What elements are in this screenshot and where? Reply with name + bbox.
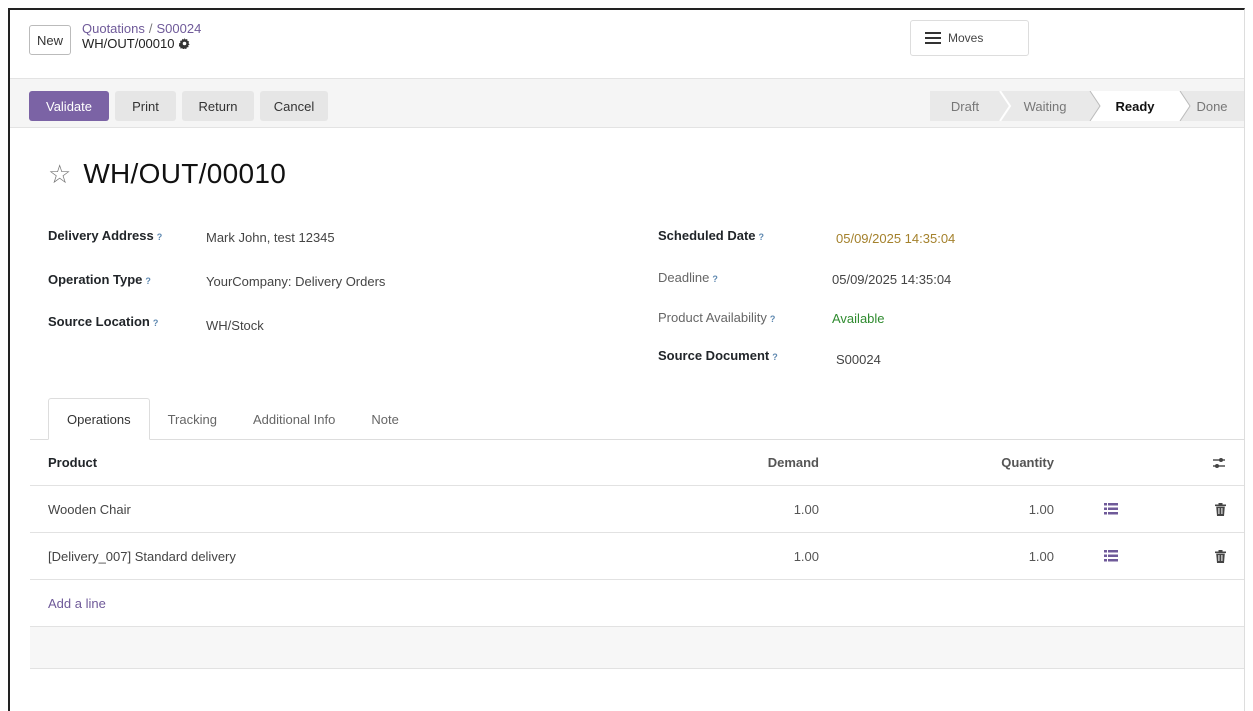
moves-smart-button[interactable]: Moves xyxy=(910,20,1029,56)
trash-icon[interactable] xyxy=(1215,486,1226,532)
help-icon[interactable]: ? xyxy=(759,232,765,242)
scheduled-date-value-wrap: 05/09/2025 14:35:04 xyxy=(836,231,955,246)
deadline-label: Deadline xyxy=(658,270,710,285)
operation-type-value[interactable]: YourCompany: Delivery Orders xyxy=(206,274,385,289)
row-quantity[interactable]: 1.00 xyxy=(1029,533,1054,579)
operation-type-value-wrap: YourCompany: Delivery Orders xyxy=(206,274,385,289)
empty-row xyxy=(30,627,1244,669)
product-availability-label: Product Availability xyxy=(658,310,767,325)
delivery-address-value[interactable]: Mark John, test 12345 xyxy=(206,230,335,245)
breadcrumb-quotations[interactable]: Quotations xyxy=(82,21,145,36)
scheduled-date-label: Scheduled Date xyxy=(658,228,756,243)
source-document-value[interactable]: S00024 xyxy=(836,352,881,367)
table-row[interactable]: Wooden Chair 1.00 1.00 xyxy=(30,486,1244,533)
tab-operations[interactable]: Operations xyxy=(48,398,150,440)
optional-columns-icon[interactable] xyxy=(1212,440,1226,485)
source-location-label: Source Location xyxy=(48,314,150,329)
deadline-value-wrap: 05/09/2025 14:35:04 xyxy=(832,272,951,287)
gear-icon[interactable] xyxy=(179,38,191,49)
return-button[interactable]: Return xyxy=(182,91,254,121)
row-quantity[interactable]: 1.00 xyxy=(1029,486,1054,532)
breadcrumb-separator: / xyxy=(148,21,153,36)
trash-icon[interactable] xyxy=(1215,533,1226,579)
source-location-field: Source Location? xyxy=(48,314,158,329)
product-availability-value-wrap: Available xyxy=(832,311,885,326)
add-line-link[interactable]: Add a line xyxy=(48,580,106,626)
moves-label: Moves xyxy=(948,31,984,45)
deadline-field: Deadline? xyxy=(658,270,718,285)
help-icon[interactable]: ? xyxy=(157,232,163,242)
table-row[interactable]: [Delivery_007] Standard delivery 1.00 1.… xyxy=(30,533,1244,580)
breadcrumb-current: WH/OUT/00010 xyxy=(82,36,175,51)
help-icon[interactable]: ? xyxy=(712,274,718,284)
product-availability-value: Available xyxy=(832,311,885,326)
breadcrumb: Quotations / S00024 WH/OUT/00010 xyxy=(82,21,201,51)
detailed-operations-icon[interactable] xyxy=(1104,533,1118,579)
row-product[interactable]: Wooden Chair xyxy=(48,486,131,532)
column-header-product[interactable]: Product xyxy=(48,440,97,485)
deadline-value[interactable]: 05/09/2025 14:35:04 xyxy=(832,272,951,287)
source-document-field: Source Document? xyxy=(658,348,778,363)
source-document-label: Source Document xyxy=(658,348,770,363)
operations-table: Product Demand Quantity Wooden Chair 1.0… xyxy=(30,440,1244,669)
control-panel: New Quotations / S00024 WH/OUT/00010 Moves xyxy=(10,10,1244,78)
row-demand[interactable]: 1.00 xyxy=(794,533,819,579)
table-header: Product Demand Quantity xyxy=(30,440,1244,486)
row-demand[interactable]: 1.00 xyxy=(794,486,819,532)
print-button[interactable]: Print xyxy=(115,91,176,121)
source-document-value-wrap: S00024 xyxy=(836,352,881,367)
row-product[interactable]: [Delivery_007] Standard delivery xyxy=(48,533,236,579)
scheduled-date-field: Scheduled Date? xyxy=(658,228,764,243)
app-window: New Quotations / S00024 WH/OUT/00010 Moves… xyxy=(8,8,1245,711)
delivery-address-value-wrap: Mark John, test 12345 xyxy=(206,230,335,245)
product-availability-field: Product Availability? xyxy=(658,310,775,325)
stage-ready[interactable]: Ready xyxy=(1090,91,1180,121)
help-icon[interactable]: ? xyxy=(770,314,776,324)
form-sheet: ☆ WH/OUT/00010 Delivery Address? Mark Jo… xyxy=(10,128,1244,711)
cancel-button[interactable]: Cancel xyxy=(260,91,328,121)
source-location-value[interactable]: WH/Stock xyxy=(206,318,264,333)
record-title: ☆ WH/OUT/00010 xyxy=(48,158,286,190)
add-line-row: Add a line xyxy=(30,580,1244,627)
scheduled-date-value[interactable]: 05/09/2025 14:35:04 xyxy=(836,231,955,246)
status-bar: Draft Waiting Ready Done xyxy=(930,91,1244,121)
stage-done[interactable]: Done xyxy=(1180,91,1244,121)
help-icon[interactable]: ? xyxy=(153,318,159,328)
column-header-quantity[interactable]: Quantity xyxy=(1001,440,1054,485)
delivery-address-field: Delivery Address? xyxy=(48,228,162,243)
delivery-address-label: Delivery Address xyxy=(48,228,154,243)
source-location-value-wrap: WH/Stock xyxy=(206,318,264,333)
new-button[interactable]: New xyxy=(29,25,71,55)
notebook-tabs: Operations Tracking Additional Info Note xyxy=(48,398,417,440)
star-icon[interactable]: ☆ xyxy=(48,161,71,187)
detailed-operations-icon[interactable] xyxy=(1104,486,1118,532)
action-bar: Validate Print Return Cancel Draft Waiti… xyxy=(10,78,1244,128)
column-header-demand[interactable]: Demand xyxy=(768,440,819,485)
validate-button[interactable]: Validate xyxy=(29,91,109,121)
stage-waiting[interactable]: Waiting xyxy=(1000,91,1090,121)
stage-draft[interactable]: Draft xyxy=(930,91,1000,121)
help-icon[interactable]: ? xyxy=(772,352,778,362)
tab-note[interactable]: Note xyxy=(353,398,416,440)
hamburger-icon xyxy=(925,32,941,44)
help-icon[interactable]: ? xyxy=(145,276,151,286)
operation-type-label: Operation Type xyxy=(48,272,143,287)
tab-tracking[interactable]: Tracking xyxy=(150,398,235,440)
operation-type-field: Operation Type? xyxy=(48,272,151,287)
breadcrumb-order[interactable]: S00024 xyxy=(157,21,202,36)
record-name: WH/OUT/00010 xyxy=(83,158,287,189)
tab-additional-info[interactable]: Additional Info xyxy=(235,398,353,440)
